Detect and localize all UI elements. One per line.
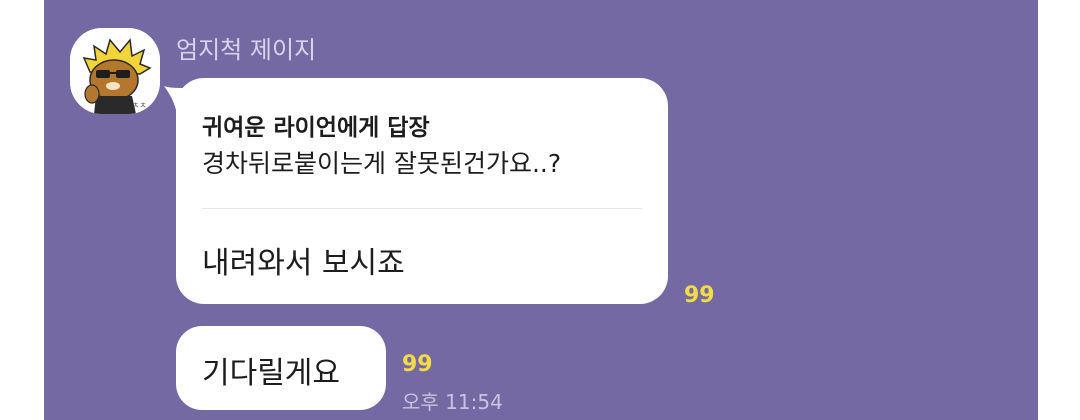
message-bubble[interactable]: 기다릴게요 — [176, 326, 386, 410]
reply-message-bubble[interactable]: 귀여운 라이언에게 답장 경차뒤로붙이는게 잘못된건가요..? 내려와서 보시죠 — [164, 78, 668, 304]
quoted-message[interactable]: 경차뒤로붙이는게 잘못된건가요..? — [202, 144, 561, 180]
reply-title: 귀여운 라이언에게 답장 — [202, 115, 430, 141]
message-timestamp: 오후 11:54 — [402, 390, 503, 414]
chat-area: ㅊㅊ 엄지척 제이지 귀여운 라이언에게 답장 경차뒤로붙이는게 잘못된건가요.… — [44, 0, 1038, 420]
ryan-thumbs-up-sticker-icon: ㅊㅊ — [70, 28, 160, 114]
message-text: 내려와서 보시죠 — [202, 246, 405, 281]
bubble-tail — [164, 86, 190, 110]
svg-text:ㅊㅊ: ㅊㅊ — [132, 101, 147, 110]
unread-count: 99 — [402, 352, 433, 377]
reply-divider — [202, 208, 642, 209]
unread-count: 99 — [684, 283, 715, 308]
sender-avatar[interactable]: ㅊㅊ — [70, 28, 160, 114]
message-text: 기다릴게요 — [202, 356, 340, 391]
sender-name: 엄지척 제이지 — [176, 36, 317, 64]
